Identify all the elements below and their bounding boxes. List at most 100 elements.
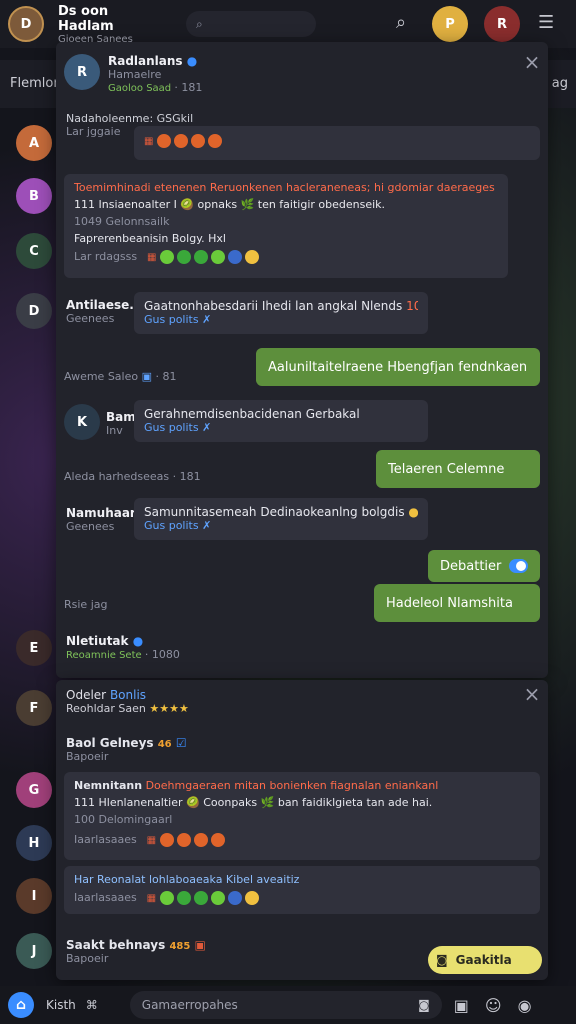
- panel-title: Radlanlans: [108, 54, 183, 68]
- user-avatar[interactable]: B: [16, 178, 52, 214]
- message-sender-name: Antilaese.: [66, 298, 134, 312]
- outgoing-message[interactable]: Debattier: [428, 550, 540, 582]
- reaction-icon[interactable]: ▦: [147, 835, 156, 846]
- emoji-icon[interactable]: [210, 890, 225, 905]
- user-avatar[interactable]: H: [16, 825, 52, 861]
- outgoing-message[interactable]: Aaluniltaitelraene Hbengfjan fendnkaen: [256, 348, 540, 386]
- emoji-icon[interactable]: [174, 133, 189, 148]
- emoji-icon[interactable]: ☺: [485, 996, 502, 1015]
- emoji-icon[interactable]: [211, 249, 226, 264]
- friend-avatar[interactable]: P: [432, 6, 468, 42]
- emoji-icon[interactable]: [159, 890, 174, 905]
- item-sub: Bapoeir: [66, 750, 109, 763]
- message-text: Gerahnemdisenbacidenan Gerbakal: [144, 407, 360, 421]
- search-icon: ⌕: [196, 16, 203, 31]
- home-icon[interactable]: ⌂: [8, 992, 34, 1018]
- mic-icon[interactable]: ◉: [518, 996, 532, 1015]
- chat-panel: R Radlanlans ● Hamaelre Gaoloo Saad · 18…: [56, 42, 548, 678]
- gallery-icon[interactable]: ▣: [454, 996, 469, 1015]
- user-entry[interactable]: Nletiutak ● Reoamnie Sete · 1080: [66, 634, 180, 661]
- panel-title: Odeler: [66, 688, 107, 702]
- outgoing-message[interactable]: Hadeleol Nlamshita: [374, 584, 540, 622]
- camera-icon[interactable]: ◙: [418, 998, 430, 1012]
- outgoing-message[interactable]: Telaeren Celemne: [376, 450, 540, 488]
- user-avatar[interactable]: D: [16, 293, 52, 329]
- bottom-label[interactable]: Kisth: [46, 998, 76, 1012]
- emoji-icon[interactable]: [194, 249, 209, 264]
- emoji-icon[interactable]: [176, 832, 191, 847]
- panel-avatar: R: [64, 54, 100, 90]
- emoji-icon[interactable]: [157, 133, 172, 148]
- message-sender: Bam Inv: [106, 410, 136, 437]
- message-bubble[interactable]: Gaatnonhabesdarii Ihedi lan angkal Nlend…: [134, 292, 428, 334]
- panel-tag: Bonlis: [109, 688, 147, 702]
- emoji-icon[interactable]: [208, 133, 223, 148]
- message-input[interactable]: Gamaerropahes ◙: [129, 991, 442, 1019]
- user-avatar[interactable]: G: [16, 772, 52, 808]
- timestamp-row: Aleda harhedseeas · 181: [64, 470, 201, 483]
- emoji-icon[interactable]: [160, 249, 175, 264]
- user-avatar[interactable]: F: [16, 690, 52, 726]
- emoji-icon[interactable]: [159, 832, 174, 847]
- friend-avatar[interactable]: R: [484, 6, 520, 42]
- user-avatar[interactable]: E: [16, 630, 52, 666]
- message-text: Gaatnonhabesdarii Ihedi lan angkal Nlend…: [144, 299, 403, 313]
- user-avatar[interactable]: A: [16, 125, 52, 161]
- message-sender-sub: Inv: [106, 424, 123, 437]
- emoji-icon[interactable]: [228, 249, 243, 264]
- emoji-icon[interactable]: [210, 832, 225, 847]
- reaction-icon[interactable]: ▦: [147, 252, 156, 263]
- item-name: Baol Gelneys: [66, 736, 154, 750]
- message-stamp: Iaarlasaaes: [74, 891, 137, 904]
- menu-icon[interactable]: ☰: [538, 12, 554, 33]
- panel-count: · 181: [174, 81, 203, 94]
- list-item[interactable]: Baol Gelneys 46 ☑ Bapoeir: [66, 736, 187, 763]
- channel-label-right[interactable]: ag: [552, 76, 568, 91]
- emoji-icon[interactable]: [176, 890, 191, 905]
- user-avatar[interactable]: C: [16, 233, 52, 269]
- user-avatar[interactable]: I: [16, 878, 52, 914]
- user-meta: · 1080: [144, 648, 180, 661]
- reaction-icon[interactable]: ▦: [147, 893, 156, 904]
- reaction-icon[interactable]: ▦: [144, 136, 153, 147]
- timestamp: Rsie jag: [64, 598, 108, 611]
- message-bubble[interactable]: Toemimhinadi etenenen Reruonkenen hacler…: [64, 174, 508, 278]
- close-icon[interactable]: ×: [522, 684, 542, 704]
- cta-button[interactable]: ◙ Gaakitla: [428, 946, 542, 974]
- emoji-icon[interactable]: [244, 890, 259, 905]
- search-input[interactable]: ⌕: [186, 11, 316, 37]
- message-line: Doehmgaeraen mitan bonienken fiagnalan e…: [145, 779, 439, 792]
- user-avatar[interactable]: J: [16, 933, 52, 969]
- message-bubble[interactable]: Nemnitann Doehmgaeraen mitan bonienken f…: [64, 772, 540, 860]
- message-bubble[interactable]: Samunnitasemeah Dedinaokeanlng bolgdis ●…: [134, 498, 428, 540]
- emoji-icon[interactable]: [227, 890, 242, 905]
- emoji-icon[interactable]: [245, 249, 260, 264]
- message-text: Samunnitasemeah Dedinaokeanlng bolgdis: [144, 505, 405, 519]
- message-bubble[interactable]: Har Reonalat lohlaboaeaka Kibel aveaitiz…: [64, 866, 540, 914]
- emoji-icon[interactable]: [193, 890, 208, 905]
- timestamp: Aleda harhedseeas: [64, 470, 170, 483]
- list-item[interactable]: Saakt behnays 485 ▣ Bapoeir: [66, 938, 206, 965]
- link-icon[interactable]: ⌘: [86, 998, 98, 1012]
- item-count: 485: [169, 941, 191, 952]
- search-icon[interactable]: ⌕: [396, 12, 406, 33]
- close-icon[interactable]: ×: [522, 52, 542, 72]
- message-sender-sub: Geenees: [66, 312, 115, 325]
- message-line: Toemimhinadi etenenen Reruonkenen hacler…: [74, 181, 498, 194]
- channel-label[interactable]: Flemlon: [10, 76, 62, 91]
- emoji-icon[interactable]: [193, 832, 208, 847]
- message-sender-name: Nemnitann: [74, 779, 143, 792]
- panel-subtitle: Reohldar Saen: [66, 702, 146, 715]
- profile-avatar[interactable]: D: [8, 6, 44, 42]
- message-sender-name: Namuhaarl: [66, 506, 140, 520]
- reaction-bar[interactable]: ▦: [134, 126, 540, 160]
- toggle-switch[interactable]: [509, 559, 528, 573]
- user-avatar[interactable]: K: [64, 404, 100, 440]
- app-name: Ds oon Hadlam: [58, 3, 114, 34]
- emoji-icon[interactable]: [191, 133, 206, 148]
- message-bubble[interactable]: Gerahnemdisenbacidenan Gerbakal Gus poli…: [134, 400, 428, 442]
- verified-icon: ●: [186, 54, 198, 68]
- emoji-icon[interactable]: [177, 249, 192, 264]
- message-line: 100 Delomingaarl: [74, 813, 173, 826]
- message-sender-name: Nadaholeenme: GSGkil: [66, 112, 194, 125]
